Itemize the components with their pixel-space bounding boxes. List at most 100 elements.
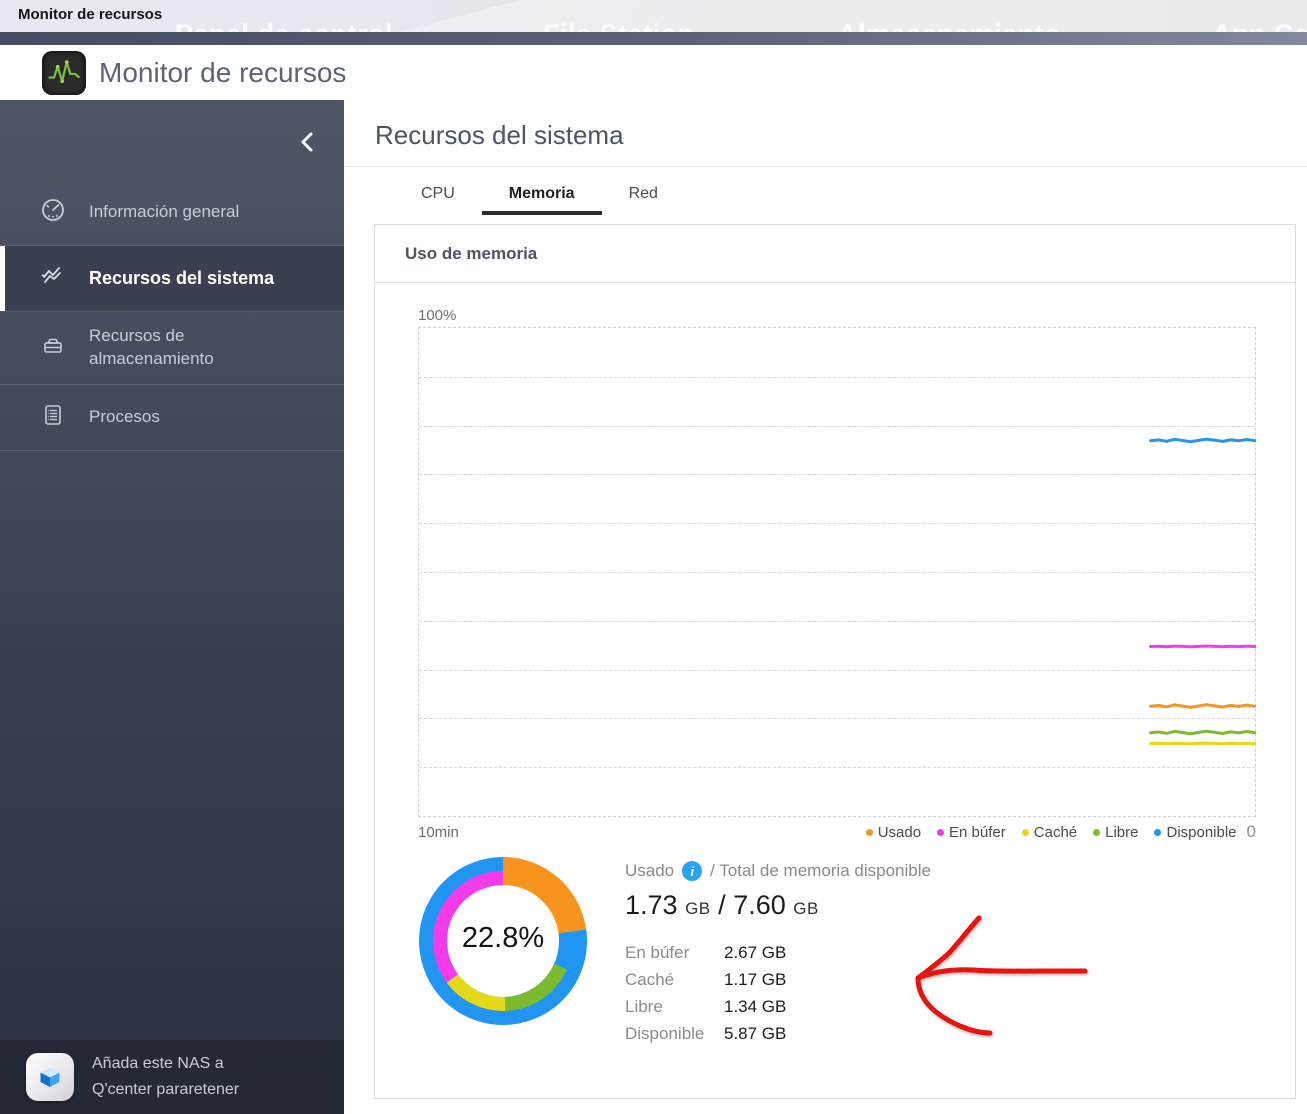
- memory-summary: 22.8% Usado i / Total de memoria disponi…: [375, 856, 1295, 1047]
- x-axis-left-label: 10min: [418, 824, 459, 841]
- sidebar-item-recursos-del-sistema[interactable]: Recursos del sistema: [0, 246, 344, 312]
- legend-label: Caché: [1034, 824, 1077, 841]
- gridline: [419, 377, 1255, 378]
- page-title: Recursos del sistema: [375, 120, 1307, 151]
- tab-memoria[interactable]: Memoria: [482, 179, 602, 215]
- panel-title: Uso de memoria: [405, 244, 537, 264]
- series-line-Caché: [1151, 743, 1255, 744]
- sidebar-item-label: Procesos: [89, 406, 160, 429]
- usado-label: Usado: [625, 861, 674, 881]
- app-header: Monitor de recursos: [0, 45, 1307, 100]
- memory-chart: 100% 10min Usado En búfer Caché Libre Dispon…: [375, 283, 1295, 842]
- taskbar-app-title: Monitor de recursos: [18, 6, 162, 23]
- tab-bar: CPU Memoria Red: [394, 179, 1307, 215]
- y-axis-top-label: 100%: [418, 307, 1256, 324]
- chart-legend: Usado En búfer Caché Libre Disponible: [850, 824, 1237, 841]
- legend-label: Disponible: [1166, 824, 1236, 841]
- main-content: Recursos del sistema CPU Memoria Red Uso…: [344, 100, 1307, 1114]
- tab-red[interactable]: Red: [602, 179, 685, 215]
- background-window-title: File Station: [543, 19, 695, 32]
- total-label: / Total de memoria disponible: [710, 861, 931, 881]
- total-unit: GB: [793, 899, 819, 918]
- legend-label: Usado: [878, 824, 921, 841]
- pulse-line-icon: [44, 53, 84, 93]
- chevron-left-icon: [298, 131, 316, 153]
- legend-dot: [1093, 829, 1100, 836]
- legend-item: Libre: [1093, 824, 1138, 841]
- sidebar-item-label: Recursos del sistema: [89, 266, 274, 290]
- tab-cpu[interactable]: CPU: [394, 179, 482, 215]
- sidebar-menu: Información general Recursos del sistema: [0, 180, 344, 451]
- qcenter-text: Añada este NAS a Q'center pararetener: [92, 1051, 239, 1102]
- sidebar-item-procesos[interactable]: Procesos: [0, 385, 344, 451]
- row-value: 1.34 GB: [724, 993, 786, 1020]
- gridline: [419, 474, 1255, 475]
- usage-caption: Usado i / Total de memoria disponible: [625, 861, 931, 881]
- storage-icon: [40, 333, 66, 364]
- row-label: Libre: [625, 993, 724, 1020]
- legend-dot: [1022, 829, 1029, 836]
- sidebar-item-informacion-general[interactable]: Información general: [0, 180, 344, 246]
- legend-item: Usado: [866, 824, 921, 841]
- sidebar-item-recursos-de-almacenamiento[interactable]: Recursos de almacenamiento: [0, 312, 344, 385]
- sidebar-collapse-button[interactable]: [292, 126, 322, 158]
- memory-donut-chart: 22.8%: [418, 856, 588, 1026]
- gridline: [419, 621, 1255, 622]
- qcenter-cube-icon: [26, 1053, 74, 1101]
- chart-x-axis-row: 10min Usado En búfer Caché Libre Disponible …: [418, 822, 1256, 842]
- qcenter-line2: Q'center pararetener: [92, 1077, 239, 1103]
- background-window-title: Almacenamiento: [838, 19, 1061, 32]
- memory-stats: Usado i / Total de memoria disponible 1.…: [625, 856, 931, 1047]
- process-list-icon: [40, 402, 66, 433]
- row-label: Disponible: [625, 1020, 724, 1047]
- chart-plot-area: [418, 327, 1256, 817]
- qcenter-line1: Añada este NAS a: [92, 1051, 239, 1077]
- legend-dot: [937, 829, 944, 836]
- app-title: Monitor de recursos: [99, 57, 346, 89]
- series-line-Libre: [1151, 731, 1255, 734]
- line-chart-icon: [40, 263, 66, 294]
- sidebar-item-label: Recursos de almacenamiento: [89, 325, 289, 371]
- memory-usage-panel: Uso de memoria 100% 10min UsadoEn búferC…: [374, 224, 1296, 1099]
- row-value: 1.17 GB: [724, 966, 786, 993]
- sidebar-item-label: Información general: [89, 201, 239, 224]
- series-line-Usado: [1151, 705, 1255, 708]
- total-value: 7.60: [733, 890, 786, 920]
- gridline: [419, 718, 1255, 719]
- used-unit: GB: [685, 899, 711, 918]
- gridline: [419, 767, 1255, 768]
- legend-item: Caché: [1022, 824, 1077, 841]
- panel-header: Uso de memoria: [375, 225, 1295, 283]
- gridline: [419, 426, 1255, 427]
- memory-breakdown-table: En búfer 2.67 GB Caché 1.17 GB Libre 1.3…: [625, 939, 931, 1047]
- qcenter-banner[interactable]: Añada este NAS a Q'center pararetener: [0, 1040, 344, 1114]
- series-line-Disponible: [1151, 439, 1255, 442]
- donut-percent-label: 22.8%: [418, 922, 588, 955]
- table-row: Libre 1.34 GB: [625, 993, 931, 1020]
- legend-dot: [866, 829, 873, 836]
- used-value: 1.73: [625, 890, 678, 920]
- legend-label: Libre: [1105, 824, 1138, 841]
- background-window-title: Panel de control: [175, 19, 393, 32]
- info-icon[interactable]: i: [682, 861, 702, 881]
- background-window-title: App Center: [1212, 19, 1307, 32]
- sidebar: Información general Recursos del sistema: [0, 100, 344, 1114]
- legend-item: En búfer: [937, 824, 1006, 841]
- x-axis-right-label: 0: [1247, 822, 1256, 842]
- window-title-bar: [0, 32, 1307, 45]
- gridline: [419, 670, 1255, 671]
- legend-label: En búfer: [949, 824, 1006, 841]
- value-separator: /: [718, 890, 726, 920]
- title-divider: [344, 166, 1307, 167]
- resource-monitor-window: Monitor de recursos Panel de control Fil…: [0, 0, 1307, 1114]
- row-value: 5.87 GB: [724, 1020, 786, 1047]
- table-row: Disponible 5.87 GB: [625, 1020, 931, 1047]
- table-row: En búfer 2.67 GB: [625, 939, 931, 966]
- row-label: En búfer: [625, 939, 724, 966]
- table-row: Caché 1.17 GB: [625, 966, 931, 993]
- legend-dot: [1154, 829, 1161, 836]
- chart-legend-group: Usado En búfer Caché Libre Disponible 0: [850, 822, 1256, 842]
- series-line-En búfer: [1151, 646, 1255, 647]
- chart-series-lines: [419, 328, 1257, 818]
- gridline: [419, 572, 1255, 573]
